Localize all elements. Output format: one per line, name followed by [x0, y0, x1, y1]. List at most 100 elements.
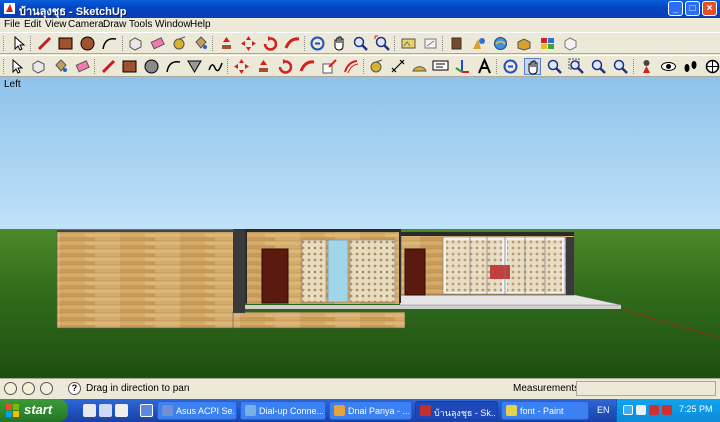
toolbar-grip[interactable] [496, 59, 500, 74]
tape-measure-icon[interactable] [368, 58, 385, 75]
minimize-button[interactable]: _ [668, 1, 683, 16]
get-photo-texture-icon[interactable] [400, 35, 417, 52]
circle-tool-icon[interactable] [79, 35, 96, 52]
task-button[interactable]: Dnai Panya - ... [329, 401, 412, 420]
toolbar-grip[interactable] [122, 36, 126, 51]
materials-window-icon[interactable] [539, 35, 556, 52]
components-window-icon[interactable] [516, 35, 533, 52]
pan-hand-icon[interactable] [331, 35, 348, 52]
make-component-icon[interactable] [127, 35, 144, 52]
menu-window[interactable]: Window [155, 19, 191, 30]
follow-me-icon[interactable] [284, 35, 301, 52]
arc-tool-icon[interactable] [101, 35, 118, 52]
zoom-extents-icon[interactable] [374, 35, 391, 52]
quicklaunch-icon[interactable] [83, 404, 96, 417]
add-location-icon[interactable] [422, 35, 439, 52]
tray-icon[interactable] [623, 405, 633, 415]
walk-icon[interactable] [682, 58, 699, 75]
text-tool-icon[interactable] [432, 58, 449, 75]
polygon-tool-icon[interactable] [186, 58, 203, 75]
paint-bucket-icon[interactable] [52, 58, 69, 75]
menu-view[interactable]: View [45, 19, 67, 30]
close-button[interactable]: × [702, 1, 717, 16]
dimension-tool-icon[interactable] [390, 58, 407, 75]
clock[interactable]: 7:25 PM [679, 404, 713, 414]
menu-help[interactable]: Help [190, 19, 211, 30]
tray-icon[interactable] [662, 405, 672, 415]
menu-camera[interactable]: Camera [68, 19, 104, 30]
menu-draw[interactable]: Draw [103, 19, 126, 30]
share-model-icon[interactable] [492, 35, 509, 52]
make-component-icon[interactable] [30, 58, 47, 75]
modeling-viewport[interactable]: Left [0, 77, 720, 378]
tray-icon[interactable] [649, 405, 659, 415]
toolbar-grip[interactable] [212, 36, 216, 51]
credits-icon[interactable] [22, 382, 35, 395]
toolbar-grip[interactable] [633, 59, 637, 74]
toolbar-grip[interactable] [442, 36, 446, 51]
menu-edit[interactable]: Edit [24, 19, 41, 30]
toolbar-grip[interactable] [30, 36, 34, 51]
measurements-input[interactable] [576, 381, 716, 396]
zoom-icon[interactable] [352, 35, 369, 52]
scale-tool-icon[interactable] [321, 58, 338, 75]
toggle-terrain-icon[interactable] [448, 35, 465, 52]
look-around-icon[interactable] [660, 58, 677, 75]
protractor-icon[interactable] [411, 58, 428, 75]
tape-measure-icon[interactable] [171, 35, 188, 52]
orbit-icon[interactable] [502, 58, 519, 75]
rotate-tool-icon[interactable] [277, 58, 294, 75]
menu-file[interactable]: File [4, 19, 20, 30]
line-tool-icon[interactable] [100, 58, 117, 75]
menu-tools[interactable]: Tools [129, 19, 152, 30]
rotate-tool-icon[interactable] [262, 35, 279, 52]
select-tool-icon[interactable] [8, 58, 25, 75]
quicklaunch-icon[interactable] [99, 404, 112, 417]
freehand-tool-icon[interactable] [207, 58, 224, 75]
task-button[interactable]: Asus ACPI Se... [157, 401, 237, 420]
task-button[interactable]: Dial-up Conne... [240, 401, 326, 420]
rectangle-tool-icon[interactable] [121, 58, 138, 75]
user-icon[interactable] [40, 382, 53, 395]
previous-view-icon[interactable] [590, 58, 607, 75]
section-plane-icon[interactable] [704, 58, 720, 75]
move-tool-icon[interactable] [233, 58, 250, 75]
get-models-icon[interactable] [470, 35, 487, 52]
rectangle-tool-icon[interactable] [57, 35, 74, 52]
toolbar-grip[interactable] [394, 36, 398, 51]
toolbar-grip[interactable] [227, 59, 231, 74]
start-button[interactable]: start [0, 399, 68, 422]
geo-location-icon[interactable] [4, 382, 17, 395]
maximize-button[interactable]: □ [685, 1, 700, 16]
line-tool-icon[interactable] [36, 35, 53, 52]
axes-tool-icon[interactable] [454, 58, 471, 75]
follow-me-icon[interactable] [299, 58, 316, 75]
zoom-window-icon[interactable] [568, 58, 585, 75]
help-icon[interactable]: ? [68, 382, 81, 395]
pan-hand-icon[interactable] [524, 58, 541, 75]
select-tool-icon[interactable] [10, 35, 27, 52]
position-camera-icon[interactable] [638, 58, 655, 75]
zoom-icon[interactable] [546, 58, 563, 75]
styles-window-icon[interactable] [562, 35, 579, 52]
taskbar-overflow-icon[interactable] [140, 404, 153, 417]
paint-bucket-icon[interactable] [192, 35, 209, 52]
house-model[interactable] [0, 77, 720, 378]
task-button-active[interactable]: บ้านลุงชุธ - Sk... [415, 401, 498, 420]
circle-tool-icon[interactable] [143, 58, 160, 75]
toolbar-grip[interactable] [363, 59, 367, 74]
eraser-icon[interactable] [149, 35, 166, 52]
quicklaunch-icon[interactable] [115, 404, 128, 417]
eraser-icon[interactable] [74, 58, 91, 75]
toolbar-grip[interactable] [3, 36, 7, 51]
task-button[interactable]: font - Paint [501, 401, 589, 420]
tray-icon[interactable] [636, 405, 646, 415]
toolbar-grip[interactable] [3, 59, 7, 74]
next-view-icon[interactable] [612, 58, 629, 75]
push-pull-icon[interactable] [218, 35, 235, 52]
3d-text-icon[interactable] [476, 58, 493, 75]
orbit-icon[interactable] [309, 35, 326, 52]
toolbar-grip[interactable] [304, 36, 308, 51]
language-indicator[interactable]: EN [597, 405, 610, 415]
offset-tool-icon[interactable] [343, 58, 360, 75]
